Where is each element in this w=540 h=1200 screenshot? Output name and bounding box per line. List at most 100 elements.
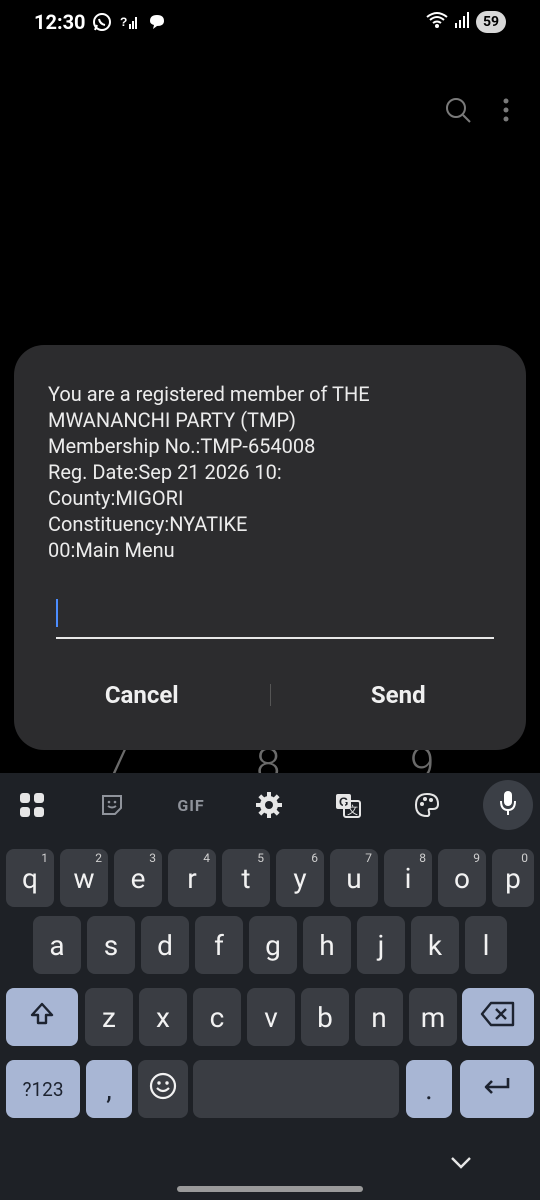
chat-bubble-icon xyxy=(148,13,166,35)
backspace-key[interactable] xyxy=(462,988,534,1046)
send-button[interactable]: Send xyxy=(271,681,527,709)
key-m[interactable]: m xyxy=(409,988,457,1046)
key-f[interactable]: f xyxy=(195,916,243,974)
backspace-icon xyxy=(480,1001,516,1034)
key-d[interactable]: d xyxy=(141,916,189,974)
cancel-button[interactable]: Cancel xyxy=(14,681,270,709)
enter-key[interactable] xyxy=(460,1060,534,1118)
key-q[interactable]: q1 xyxy=(6,849,54,907)
message-line: Reg. Date:Sep 21 2026 10: xyxy=(48,460,282,484)
key-label: t xyxy=(241,861,251,895)
key-o[interactable]: o9 xyxy=(438,849,486,907)
palette-icon[interactable] xyxy=(405,783,449,827)
no-signal-icon: ? xyxy=(120,12,140,36)
key-r[interactable]: r4 xyxy=(168,849,216,907)
svg-text:文: 文 xyxy=(347,803,358,817)
keyboard: GIF G文 q1 w2 e3 r4 t5 y6 u7 i8 o9 p0 a s… xyxy=(0,773,540,1200)
key-n[interactable]: n xyxy=(355,988,403,1046)
key-s[interactable]: s xyxy=(87,916,135,974)
enter-arrow-icon xyxy=(481,1073,513,1106)
key-h[interactable]: h xyxy=(303,916,351,974)
hide-keyboard-chevron-icon[interactable] xyxy=(449,1155,473,1175)
comma-key[interactable]: , xyxy=(86,1060,132,1118)
key-hint: 9 xyxy=(473,851,480,865)
shift-key[interactable] xyxy=(6,988,78,1046)
key-i[interactable]: i8 xyxy=(384,849,432,907)
key-hint: 7 xyxy=(365,851,372,865)
key-x[interactable]: x xyxy=(139,988,187,1046)
reply-input[interactable] xyxy=(56,595,494,635)
key-c[interactable]: c xyxy=(193,988,241,1046)
key-u[interactable]: u7 xyxy=(330,849,378,907)
message-line: County:MIGORI xyxy=(48,486,184,510)
apps-grid-icon[interactable] xyxy=(10,783,54,827)
keyboard-toolbar: GIF G文 xyxy=(0,773,540,835)
message-line: You are a registered member of THE xyxy=(48,382,370,406)
key-b[interactable]: b xyxy=(301,988,349,1046)
voice-input-button[interactable] xyxy=(483,780,533,830)
gif-button[interactable]: GIF xyxy=(169,783,213,827)
status-time: 12:30 xyxy=(34,10,86,34)
key-hint: 3 xyxy=(149,851,156,865)
whatsapp-icon xyxy=(92,12,112,36)
key-hint: 0 xyxy=(521,851,528,865)
background-app-header xyxy=(444,96,510,128)
microphone-icon xyxy=(498,789,518,821)
key-w[interactable]: w2 xyxy=(60,849,108,907)
shift-arrow-icon xyxy=(29,1001,55,1034)
key-label: i xyxy=(404,861,412,895)
more-options-icon[interactable] xyxy=(502,97,510,127)
key-label: w xyxy=(73,861,95,895)
ussd-message: You are a registered member of THE MWANA… xyxy=(48,381,488,563)
notification-icons: ? xyxy=(92,12,166,36)
message-line: MWANANCHI PARTY (TMP) xyxy=(48,408,297,432)
svg-text:?: ? xyxy=(120,15,127,29)
battery-badge: 59 xyxy=(476,11,506,33)
key-hint: 2 xyxy=(95,851,102,865)
translate-icon[interactable]: G文 xyxy=(326,783,370,827)
space-bar[interactable] xyxy=(193,1060,399,1118)
key-hint: 1 xyxy=(41,851,48,865)
status-bar: 12:30 ? 59 xyxy=(0,0,540,48)
emoji-key[interactable] xyxy=(138,1060,188,1118)
key-v[interactable]: v xyxy=(247,988,295,1046)
key-label: e xyxy=(130,861,146,895)
dialog-buttons: Cancel Send xyxy=(14,670,526,720)
key-p[interactable]: p0 xyxy=(492,849,534,907)
ussd-dialog: You are a registered member of THE MWANA… xyxy=(14,345,526,750)
message-line: 00:Main Menu xyxy=(48,538,175,562)
gif-label: GIF xyxy=(177,795,205,815)
key-a[interactable]: a xyxy=(33,916,81,974)
key-k[interactable]: k xyxy=(411,916,459,974)
text-cursor xyxy=(56,599,58,627)
key-g[interactable]: g xyxy=(249,916,297,974)
symbols-key[interactable]: ?123 xyxy=(6,1060,80,1118)
key-hint: 5 xyxy=(257,851,264,865)
key-label: r xyxy=(187,861,197,895)
search-icon[interactable] xyxy=(444,96,472,128)
key-label: o xyxy=(454,861,470,895)
wifi-icon xyxy=(426,11,448,33)
key-label: q xyxy=(22,861,38,895)
key-hint: 4 xyxy=(203,851,210,865)
key-hint: 6 xyxy=(311,851,318,865)
message-line: Constituency:NYATIKE xyxy=(48,512,248,536)
reply-input-wrapper xyxy=(56,595,494,639)
settings-gear-icon[interactable] xyxy=(247,783,291,827)
key-z[interactable]: z xyxy=(85,988,133,1046)
key-hint: 8 xyxy=(419,851,426,865)
message-line: Membership No.:TMP-654008 xyxy=(48,434,316,458)
key-t[interactable]: t5 xyxy=(222,849,270,907)
key-l[interactable]: l xyxy=(465,916,507,974)
key-y[interactable]: y6 xyxy=(276,849,324,907)
key-j[interactable]: j xyxy=(357,916,405,974)
system-icons: 59 xyxy=(426,11,506,33)
sticker-icon[interactable] xyxy=(90,783,134,827)
emoji-icon xyxy=(148,1071,178,1108)
home-indicator xyxy=(177,1186,363,1192)
signal-icon xyxy=(454,11,470,33)
key-label: u xyxy=(346,861,362,895)
period-key[interactable]: . xyxy=(406,1060,452,1118)
key-label: y xyxy=(293,861,307,895)
key-e[interactable]: e3 xyxy=(114,849,162,907)
